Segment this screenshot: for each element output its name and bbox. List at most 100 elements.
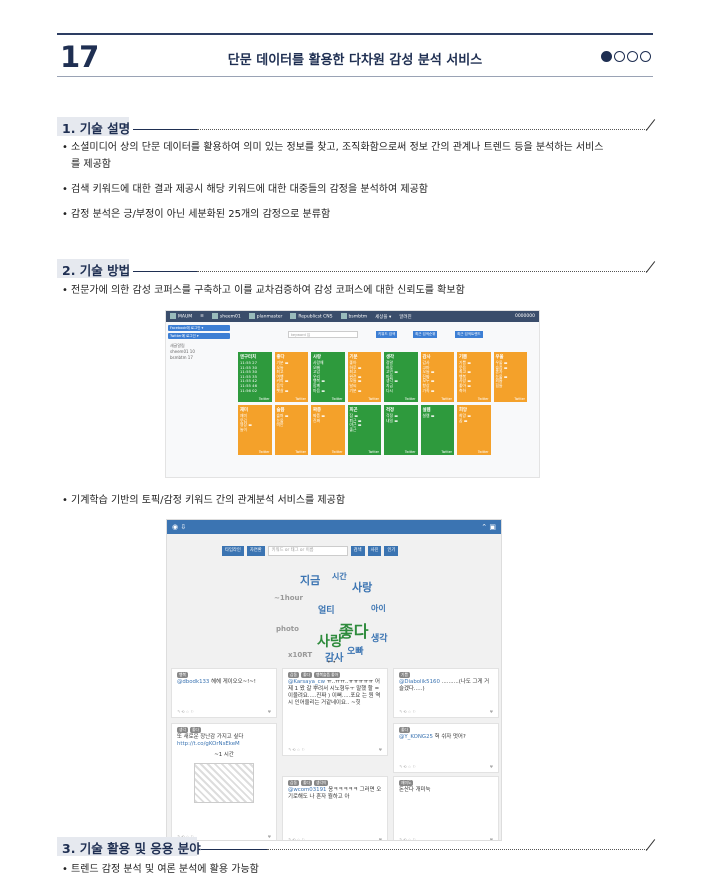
cloud-word: photo (276, 625, 299, 633)
tile-footer: Twitter (331, 397, 343, 401)
cloud-word: 시간 (332, 572, 347, 581)
tile-footer: Twitter (258, 450, 270, 454)
top-rule (57, 33, 653, 35)
emotion-tag: 감동 (288, 672, 299, 678)
section-heading: 1. 기술 설명 (57, 117, 656, 137)
tweet-text: 돈산다 개미눅 (399, 787, 431, 793)
tile-line: 축하 (459, 387, 466, 393)
emotion-tag: 행복슬픔 좋아 (314, 672, 341, 678)
tweet-image (194, 763, 254, 803)
tile-line: 출근 (349, 426, 357, 432)
twitter-login-button: Twitter에 로그인 ▾ (168, 333, 230, 339)
emotion-tile: 기쁨 기쁨 ▬ 웃음 최고 ▬ 행복 사랑 ▬ 좋아 ▬ 축하 Twitter (457, 352, 491, 402)
rss-icon: ◉ (172, 523, 179, 531)
tweet-actions: ↰ ⟲ ☆ ⚐ ♥ (177, 708, 271, 715)
keyword-search-button: 키워드 검색 (376, 331, 398, 338)
tweet-card: 행복 @dbodk133 헤헤 게이오오~!~! ↰ ⟲ ☆ ⚐ ♥ (171, 668, 277, 718)
tile-line: 꿈 ▬ (459, 417, 468, 423)
tile-line: 가족 ▬ (422, 387, 435, 393)
emotion-tile-grid: 엔구터치 11:55 27 11:55 30 11:55 30 11:55 35 11:5… (238, 352, 538, 455)
tweet-user: @wcom03191 (288, 787, 327, 793)
emotion-tile: 사랑 사랑해 오빠 고맙 우리 행복 ▬ 함께 마음 ▬ Twitter (311, 352, 345, 402)
tile-footer: Twitter (368, 397, 379, 401)
emotion-grid-screenshot: MAUM ≡ sheem01 planmaster Republicst CNS… (165, 310, 540, 478)
cloud-toolbar: 타임라인 자연환 키워드 or 태그 or 이름 검색 사진 인기 (222, 546, 399, 556)
dot-empty-icon (614, 51, 625, 62)
tile-line: 기분 ▬ (349, 387, 362, 393)
emotion-tile: 슬픔 슬퍼 ▬ 눈물 미안 Twitter (274, 405, 308, 455)
emotion-tile: 희망 희망 ▬ 꿈 ▬ Twitter (457, 405, 491, 455)
tile-line: 마음 ▬ (313, 387, 325, 393)
tile-line: 11:56 02 (240, 387, 257, 393)
emotion-tag: 좋다 (301, 780, 312, 786)
photo-button: 사진 (367, 546, 382, 556)
emotion-tile: 짜증 짜증 ▬ 진짜 Twitter (311, 405, 345, 455)
emotion-tag: 재미도 (399, 780, 414, 786)
tile-footer: Twitter (514, 397, 525, 401)
bullet-item: • 소셜미디어 상의 단문 데이터를 활용하여 의미 있는 정보를 찾고, 조직화… (62, 142, 604, 170)
tweet-bird-icon: ♥ (378, 747, 382, 752)
screenshot-navbar: MAUM ≡ sheem01 planmaster Republicst CNS… (166, 311, 539, 322)
tile-footer: Twitter (404, 397, 416, 401)
cloud-word: 사랑 (352, 581, 373, 594)
tweet-text: 헤헤 게이오오~!~! (211, 679, 256, 685)
bullet-item: • 트렌드 감정 분석 및 여론 분석에 활용 가능함 (62, 864, 259, 875)
tweet-time: ~1 시간 (214, 752, 234, 758)
emotion-tile: 감사 감사 고마 오늘 ▬ 진짜 모두 ▬ 항상 가족 ▬ Twitter (420, 352, 454, 402)
tweet-link: http://t.co/gKOrNsEkeM (177, 741, 240, 747)
cloud-word: 얼티 (318, 606, 335, 616)
tweet-card: 생각 좋다 또 새로운 장난감 가지고 싶다 http://t.co/gKOrNsE… (171, 723, 277, 840)
recent-rank-button: 최근 검색순위 (413, 331, 438, 338)
emotion-tile: 피곤 잠 ▬ 퇴근 ▬ 야근 ▬ 출근 Twitter (347, 405, 381, 455)
tweet-actions: ↰ ⟲ ☆ ⚐ ♥ (288, 746, 382, 753)
dot-empty-icon (627, 51, 638, 62)
emotion-tile: 재미 재미 웃김 영상 ▬ 놀이 Twitter (238, 405, 272, 455)
emotion-tag: 좋다 (190, 727, 201, 733)
emotion-tile: 좋다 기분 ▬ 오늘 최고 여행 커피 ▬ 음악 햇살 ▬ Twitter (274, 352, 308, 402)
cloud-word: 오빠 (347, 647, 364, 657)
popular-button: 인기 (384, 546, 399, 556)
tile-footer: Twitter (441, 397, 452, 401)
tweet-bird-icon: ♥ (267, 709, 271, 714)
tile-line: 놀이 (240, 426, 247, 432)
tile-footer: Twitter (477, 450, 489, 454)
user-button: 자연환 (246, 546, 265, 556)
tweet-action-icons: ↰ ⟲ ☆ ⚐ (399, 764, 416, 769)
page-title: 단문 데이터를 활용한 다차원 감성 분석 서비스 (227, 53, 483, 68)
emotion-tag: 감동 (288, 780, 299, 786)
tweet-text: 또 새로운 장난감 가지고 싶다 (177, 734, 244, 740)
emotion-tile: 우울 우울 ▬ 슬픔 ▬ 혼자 눈물 ▬ 외롭 힘들 Twitter (493, 352, 527, 402)
page-number: 17 (60, 40, 99, 74)
emotion-tile: 기분 좋아 하루 ▬ 최고 완전 ▬ 오늘 ▬ 날씨 기분 ▬ Twitter (347, 352, 381, 402)
tweet-action-icons: ↰ ⟲ ☆ ⚐ (177, 709, 194, 714)
emotion-tag: 기쁨 (399, 672, 410, 678)
recent-trend-button: 최근 검색트렌드 (455, 331, 483, 338)
tile-line: 햇살 ▬ (276, 387, 289, 393)
bullet-item: • 감정 분석은 긍/부정이 아닌 세분화된 25개의 감정으로 분류함 (62, 209, 331, 220)
cloud-word: 사랑 (317, 634, 343, 650)
tweet-card: 감동 좋다 생각이 @wcom03191 응ㅋㅋㅋㅋㅋ 그러면 오기로해도 나 혼자 … (282, 776, 388, 840)
page-dots (601, 51, 651, 62)
keyword-search-input: keyword 입 (288, 331, 358, 338)
tile-footer: Twitter (441, 450, 452, 454)
tile-footer: Twitter (477, 397, 489, 401)
dot-filled-icon (601, 51, 612, 62)
tweet-action-icons: ↰ ⟲ ☆ ⚐ (399, 709, 416, 714)
tile-footer: Twitter (368, 450, 379, 454)
header-rule (57, 76, 653, 77)
emotion-tile: 걱정 걱정 ▬ 내일 ▬ Twitter (384, 405, 418, 455)
tweet-card: 감동 좋다 행복슬픔 좋아 @Karsaya_cw ㅠ..ㅠㅠ..ㅠㅠㅠㅠㅠ 어제 1… (282, 668, 388, 756)
dot-empty-icon (640, 51, 651, 62)
emotion-tag: 행복 (177, 672, 188, 678)
search-button: 검색 (350, 546, 365, 556)
section-heading: 3. 기술 활용 및 응용 분야 (57, 837, 656, 857)
cloud-word: 지금 (300, 574, 321, 587)
tile-line: 미안 (276, 422, 284, 428)
screenshot-navbar: ◉ ⇩ ⌃ ▣ (167, 520, 501, 534)
tile-line: 힘들 (495, 382, 503, 388)
bullet-item: • 전문가에 의한 감성 코퍼스를 구축하고 이를 교차검증하여 감성 코퍼스에 … (62, 285, 465, 296)
emotion-tag: 생각이 (314, 780, 329, 786)
tweet-actions: ↰ ⟲ ☆ ⚐ ♥ (399, 708, 493, 715)
emotion-tile: 엔구터치 11:55 27 11:55 30 11:55 30 11:55 35 11:5… (238, 352, 272, 402)
tile-line: 다시 (386, 387, 393, 393)
